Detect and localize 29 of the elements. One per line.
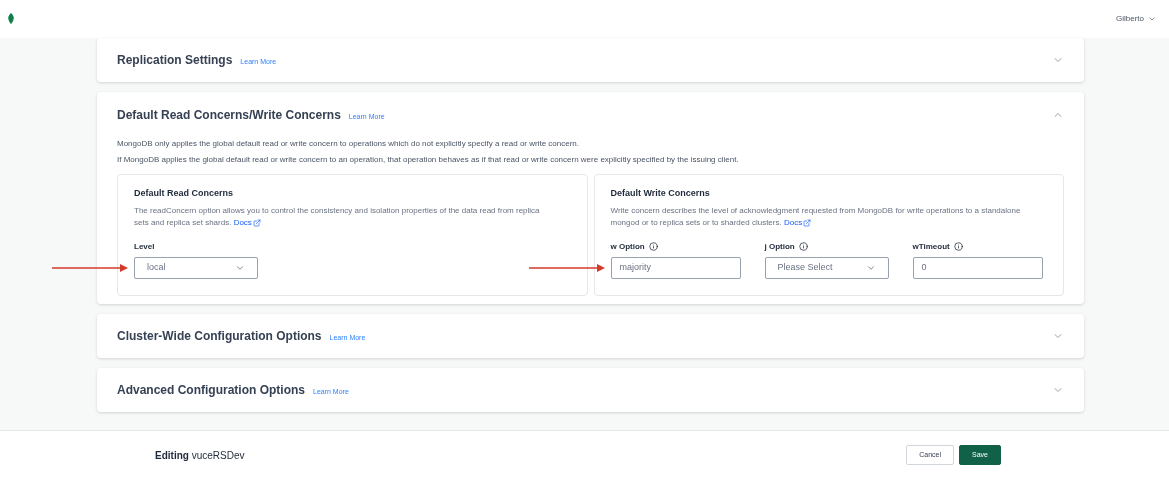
docs-link[interactable]: Docs xyxy=(233,216,261,229)
panel-description: Write concern describes the level of acknowledgment requested from MongoDB for write operations to a standalone mongod or to replica sets or to sharded clusters. Docs xyxy=(610,204,1022,229)
section-description: MongoDB only applies the global default read or write concern to operations which do not explicitly specify a read or write concern. xyxy=(117,138,581,150)
section-title: Replication Settings xyxy=(117,52,233,69)
field-label: j Option xyxy=(764,240,795,253)
field-label: Level xyxy=(134,240,155,253)
input-field[interactable]: 0 xyxy=(912,256,1043,279)
section-title: Default Read Concerns/Write Concerns xyxy=(117,107,341,124)
user-menu[interactable]: Gilberto xyxy=(1116,13,1156,25)
info-icon xyxy=(648,242,658,251)
input-field[interactable]: majority xyxy=(610,256,741,279)
panel-description: The readConcern option allows you to control the consistency and isolation properties of the data read from replica sets and replica set shards. Docs xyxy=(134,204,541,229)
external-link-icon xyxy=(803,218,812,227)
section-description: If MongoDB applies the global default read or write concern to an operation, that operation behaves as if that read or write concern were explicitly specified by the issuing client. xyxy=(117,154,740,166)
select-field[interactable]: local xyxy=(134,256,258,279)
section-title: Cluster-Wide Configuration Options xyxy=(117,327,322,345)
leaf-logo-icon xyxy=(7,13,15,25)
caret-icon xyxy=(1148,15,1156,23)
section-title: Advanced Configuration Options xyxy=(117,381,305,399)
info-icon xyxy=(798,242,808,251)
field-label: w Option xyxy=(610,240,645,253)
field-label: wTimeout xyxy=(912,240,950,253)
docs-link[interactable]: Docs xyxy=(783,216,812,229)
select-field[interactable]: Please Select xyxy=(764,256,889,279)
panel-title: Default Write Concerns xyxy=(610,187,711,200)
info-icon xyxy=(953,242,963,251)
external-link-icon xyxy=(252,218,261,227)
panel-title: Default Read Concerns xyxy=(134,187,235,200)
editing-label: Editing vuceRSDev xyxy=(155,448,245,463)
